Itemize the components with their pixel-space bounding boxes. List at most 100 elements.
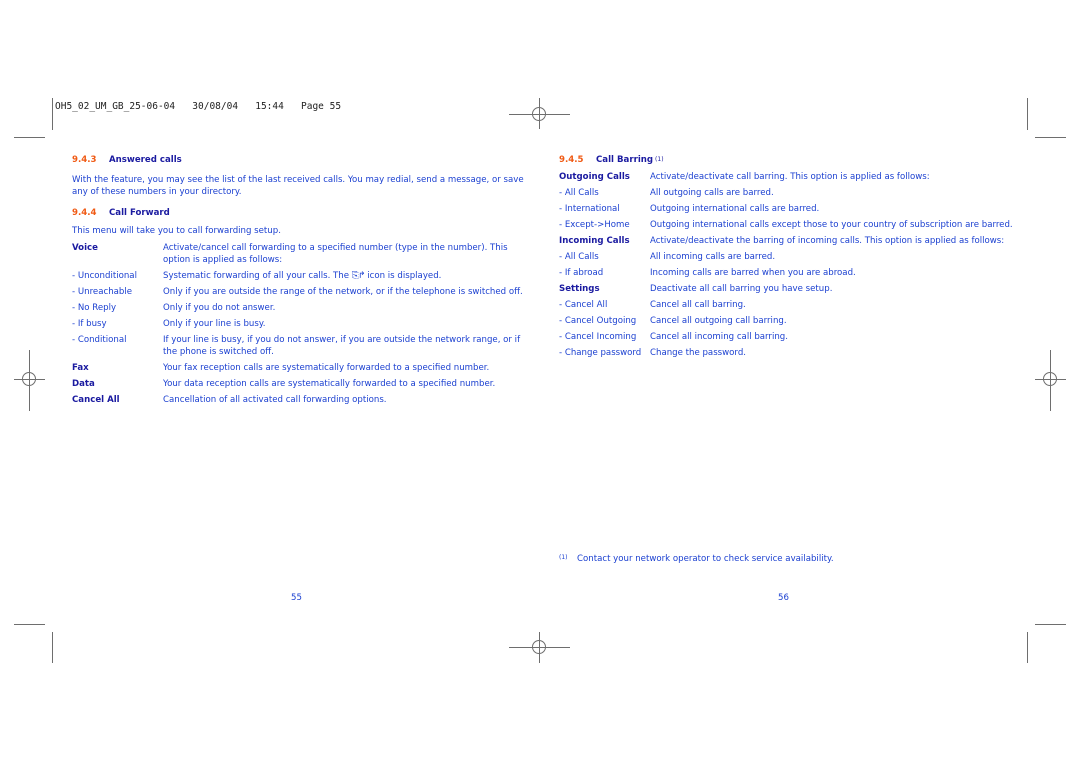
section-heading-call-forward: 9.4.4 Call Forward — [72, 207, 524, 219]
left-page: 9.4.3 Answered calls With the feature, y… — [72, 154, 524, 410]
registration-circle — [532, 640, 546, 654]
crop-mark — [14, 624, 45, 625]
option-row: - All Calls All outgoing calls are barre… — [559, 187, 1019, 199]
option-row: - Unreachable Only if you are outside th… — [72, 286, 524, 298]
option-row: Fax Your fax reception calls are systema… — [72, 362, 524, 374]
option-term: Voice — [72, 243, 98, 253]
option-desc: Activate/deactivate call barring. This o… — [650, 172, 930, 182]
footnote-mark: (1) — [559, 554, 568, 561]
option-row: - If abroad Incoming calls are barred wh… — [559, 267, 1019, 279]
crop-mark — [52, 632, 53, 663]
section-title: Answered calls — [109, 155, 182, 165]
call-forward-options: Voice Activate/cancel call forwarding to… — [72, 242, 524, 406]
option-term: - No Reply — [72, 303, 117, 313]
option-term: Fax — [72, 363, 89, 373]
slug-date: 30/08/04 — [192, 101, 239, 112]
option-row: - If busy Only if your line is busy. — [72, 318, 524, 330]
option-row: - Change password Change the password. — [559, 347, 1019, 359]
option-term: Outgoing Calls — [559, 172, 630, 182]
option-term: - Change password — [559, 348, 642, 358]
option-term: - Unreachable — [72, 287, 133, 297]
option-desc: Only if you do not answer. — [163, 303, 276, 313]
option-term: - Cancel Incoming — [559, 332, 637, 342]
option-term: - Cancel All — [559, 300, 608, 310]
print-slug: OH5_02_UM_GB_25-06-04 30/08/04 15:44 Pag… — [55, 101, 341, 112]
option-row: Cancel All Cancellation of all activated… — [72, 394, 524, 406]
option-term: - If abroad — [559, 268, 604, 278]
section-number: 9.4.4 — [72, 208, 97, 218]
section-number: 9.4.3 — [72, 155, 97, 165]
option-row: Voice Activate/cancel call forwarding to… — [72, 242, 524, 266]
option-row: Data Your data reception calls are syste… — [72, 378, 524, 390]
footnote: (1) Contact your network operator to che… — [559, 554, 834, 564]
option-desc-part: icon is displayed. — [367, 271, 442, 281]
registration-circle — [22, 372, 36, 386]
crop-mark — [1035, 624, 1066, 625]
option-desc: Your data reception calls are systematic… — [163, 379, 496, 389]
page-number-left: 55 — [291, 593, 302, 603]
option-desc: Activate/deactivate the barring of incom… — [650, 236, 1005, 246]
option-term: - All Calls — [559, 252, 599, 262]
call-forward-icon: ⎘↱ — [351, 271, 366, 281]
registration-circle — [532, 107, 546, 121]
option-row: Settings Deactivate all call barring you… — [559, 283, 1019, 295]
crop-mark — [14, 137, 45, 138]
option-row: - Except->Home Outgoing international ca… — [559, 219, 1019, 231]
option-row: - International Outgoing international c… — [559, 203, 1019, 215]
option-term: - International — [559, 204, 620, 214]
option-desc: Cancel all incoming call barring. — [650, 332, 788, 342]
right-page: 9.4.5 Call Barring (1) Outgoing Calls Ac… — [559, 154, 1019, 363]
option-term: Incoming Calls — [559, 236, 630, 246]
option-term: - Unconditional — [72, 271, 137, 281]
crop-mark — [1027, 632, 1028, 663]
option-term: - All Calls — [559, 188, 599, 198]
option-row: - Cancel Outgoing Cancel all outgoing ca… — [559, 315, 1019, 327]
call-barring-options: Outgoing Calls Activate/deactivate call … — [559, 171, 1019, 359]
option-desc: Cancel all outgoing call barring. — [650, 316, 787, 326]
option-row: - All Calls All incoming calls are barre… — [559, 251, 1019, 263]
option-desc: Change the password. — [650, 348, 746, 358]
option-desc: Cancel all call barring. — [650, 300, 746, 310]
option-term: Cancel All — [72, 395, 120, 405]
option-term: Settings — [559, 284, 600, 294]
option-desc: All incoming calls are barred. — [650, 252, 776, 262]
option-row: - No Reply Only if you do not answer. — [72, 302, 524, 314]
slug-time: 15:44 — [255, 101, 284, 112]
option-desc: Your fax reception calls are systematica… — [163, 363, 490, 373]
option-desc: Activate/cancel call forwarding to a spe… — [163, 243, 508, 265]
call-forward-intro: This menu will take you to call forwardi… — [72, 226, 281, 236]
option-desc: If your line is busy, if you do not answ… — [163, 335, 521, 357]
option-row: Incoming Calls Activate/deactivate the b… — [559, 235, 1019, 247]
crop-mark — [52, 98, 53, 130]
option-row: - Unconditional Systematic forwarding of… — [72, 270, 524, 282]
option-term: - Conditional — [72, 335, 127, 345]
footnote-reference: (1) — [655, 156, 664, 163]
section-title: Call Barring — [596, 155, 654, 165]
option-term: - If busy — [72, 319, 107, 329]
crop-mark — [1027, 98, 1028, 130]
option-row: Outgoing Calls Activate/deactivate call … — [559, 171, 1019, 183]
option-desc: Only if you are outside the range of the… — [163, 287, 523, 297]
option-desc: Only if your line is busy. — [163, 319, 266, 329]
slug-page: Page 55 — [301, 101, 342, 112]
option-term: - Except->Home — [559, 220, 630, 230]
page-number-right: 56 — [778, 593, 789, 603]
section-heading-answered-calls: 9.4.3 Answered calls — [72, 154, 524, 166]
section-number: 9.4.5 — [559, 155, 584, 165]
option-term: Data — [72, 379, 95, 389]
option-row: - Conditional If your line is busy, if y… — [72, 334, 524, 358]
registration-circle — [1043, 372, 1057, 386]
option-desc: Outgoing international calls are barred. — [650, 204, 820, 214]
answered-calls-text: With the feature, you may see the list o… — [72, 175, 524, 197]
option-desc: Incoming calls are barred when you are a… — [650, 268, 856, 278]
crop-mark — [1035, 137, 1066, 138]
section-heading-call-barring: 9.4.5 Call Barring (1) — [559, 154, 1019, 166]
option-desc: Cancellation of all activated call forwa… — [163, 395, 387, 405]
section-title: Call Forward — [109, 208, 170, 218]
option-desc: All outgoing calls are barred. — [650, 188, 774, 198]
option-desc: Outgoing international calls except thos… — [650, 220, 1013, 230]
option-desc: Deactivate all call barring you have set… — [650, 284, 833, 294]
option-row: - Cancel All Cancel all call barring. — [559, 299, 1019, 311]
slug-file: OH5_02_UM_GB_25-06-04 — [55, 101, 176, 112]
footnote-text: Contact your network operator to check s… — [577, 554, 834, 564]
